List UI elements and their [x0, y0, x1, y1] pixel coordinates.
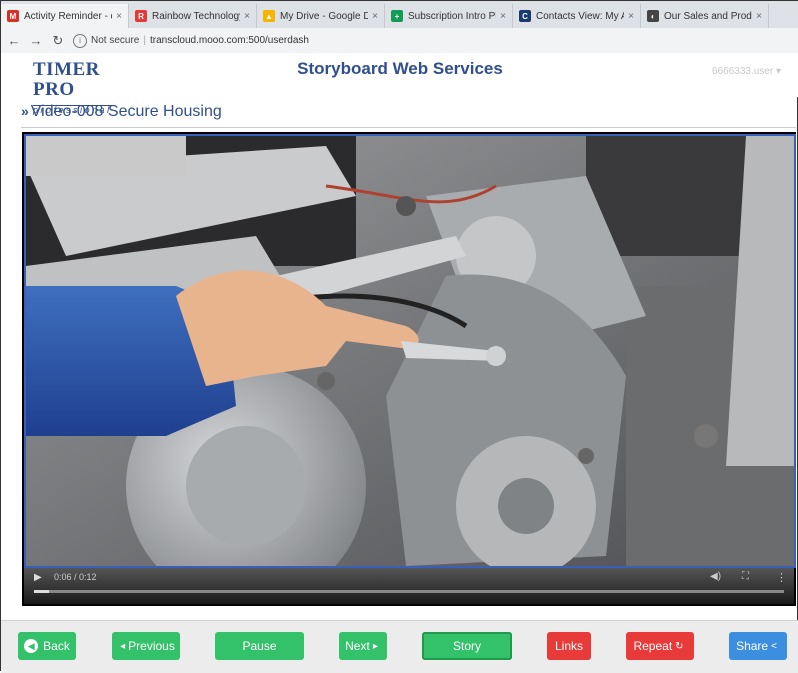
- volume-icon[interactable]: ◀): [710, 571, 721, 582]
- story-button-label: Story: [452, 639, 481, 653]
- video-time: 0:06 / 0:12: [54, 572, 97, 582]
- close-tab-icon[interactable]: ×: [372, 11, 378, 22]
- rainbow-icon: R: [135, 10, 147, 22]
- sheets-icon: +: [391, 10, 403, 22]
- share-button-label: Share: [736, 639, 769, 653]
- browser-tab-title: Contacts View: My Ac: [536, 10, 625, 22]
- video-seek-bar[interactable]: [34, 590, 784, 593]
- browser-tab-title: Our Sales and Product: [664, 10, 752, 22]
- next-button[interactable]: Next ▸: [339, 632, 387, 660]
- browser-tab-title: Activity Reminder - dy: [24, 10, 113, 22]
- user-menu[interactable]: 6666333.user ▾: [712, 66, 781, 77]
- video-frame[interactable]: [24, 134, 796, 568]
- double-chevron-icon: »: [21, 103, 29, 119]
- back-circle-icon: ◀: [24, 639, 39, 653]
- caret-left-icon: ◂: [120, 640, 126, 652]
- share-button[interactable]: Share <: [729, 632, 787, 660]
- security-label: Not secure: [91, 35, 140, 46]
- video-controls: ▶ 0:06 / 0:12 ◀) ⛶ ⋮: [24, 568, 794, 604]
- title-divider: [21, 127, 796, 128]
- video-title-text: Video-008 Secure Housing: [30, 103, 222, 120]
- story-button[interactable]: Story: [422, 632, 512, 660]
- contacts-icon: C: [519, 10, 531, 22]
- pause-button[interactable]: Pause: [215, 632, 304, 660]
- links-button[interactable]: Links: [547, 632, 591, 660]
- browser-address-bar: ← → ↻ i Not secure | transcloud.mooo.com…: [1, 28, 798, 54]
- info-icon[interactable]: i: [73, 33, 87, 48]
- repeat-icon: ↻: [675, 640, 684, 652]
- browser-tab-strip: M Activity Reminder - dy × R Rainbow Technol…: [1, 1, 798, 28]
- back-button[interactable]: ◀ Back: [18, 632, 76, 660]
- more-options-icon[interactable]: ⋮: [776, 571, 787, 584]
- browser-tab[interactable]: R Rainbow Technology l ×: [129, 4, 257, 28]
- back-arrow-icon[interactable]: ←: [5, 33, 23, 48]
- page-title: Storyboard Web Services: [297, 59, 503, 78]
- google-drive-icon: ▲: [263, 10, 275, 22]
- browser-tab[interactable]: M Activity Reminder - dy ×: [1, 4, 129, 28]
- forward-arrow-icon[interactable]: →: [27, 33, 45, 48]
- url-input[interactable]: i Not secure | transcloud.mooo.com:500/u…: [73, 33, 309, 48]
- browser-tab-title: Rainbow Technology l: [152, 10, 241, 22]
- engine-video-image: [26, 136, 794, 566]
- close-tab-icon[interactable]: ×: [244, 11, 250, 22]
- gmail-icon: M: [7, 10, 19, 22]
- close-tab-icon[interactable]: ×: [628, 11, 634, 22]
- previous-button-label: Previous: [128, 639, 175, 653]
- browser-tab[interactable]: C Contacts View: My Ac ×: [513, 4, 641, 28]
- close-tab-icon[interactable]: ×: [500, 11, 506, 22]
- browser-tab-title: Subscription Intro Plan: [408, 10, 496, 22]
- browser-tab[interactable]: ▲ My Drive - Google Dri ×: [257, 4, 385, 28]
- fullscreen-icon[interactable]: ⛶: [742, 571, 749, 582]
- caret-right-icon: ▸: [372, 640, 378, 652]
- play-icon[interactable]: ▶: [34, 572, 42, 583]
- pause-button-label: Pause: [242, 639, 277, 653]
- navigation-button-bar: ◀ Back ◂ Previous Pause Next ▸ Story Links …: [1, 620, 798, 673]
- sales-icon: ◐: [647, 10, 659, 22]
- video-title: » Video-008 Secure Housing: [21, 103, 222, 121]
- repeat-button[interactable]: Repeat ↻: [626, 632, 694, 660]
- previous-button[interactable]: ◂ Previous: [112, 632, 180, 660]
- next-button-label: Next: [345, 639, 370, 653]
- url-text: transcloud.mooo.com:500/userdash: [149, 35, 309, 46]
- app-header: TIMER PRO professional Storyboard Web Se…: [1, 53, 798, 115]
- video-seek-fill: [34, 590, 49, 593]
- close-tab-icon[interactable]: ×: [116, 11, 122, 22]
- close-tab-icon[interactable]: ×: [756, 11, 762, 22]
- video-player[interactable]: ▶ 0:06 / 0:12 ◀) ⛶ ⋮: [22, 132, 796, 606]
- url-separator: |: [143, 35, 146, 46]
- repeat-button-label: Repeat: [633, 639, 673, 653]
- browser-tab[interactable]: ◐ Our Sales and Product ×: [641, 4, 769, 28]
- browser-tab-title: My Drive - Google Dri: [280, 10, 369, 22]
- share-icon: <: [771, 640, 777, 652]
- back-button-label: Back: [43, 639, 70, 653]
- links-button-label: Links: [554, 639, 583, 653]
- browser-tab[interactable]: + Subscription Intro Plan ×: [385, 4, 513, 28]
- reload-icon[interactable]: ↻: [49, 33, 67, 49]
